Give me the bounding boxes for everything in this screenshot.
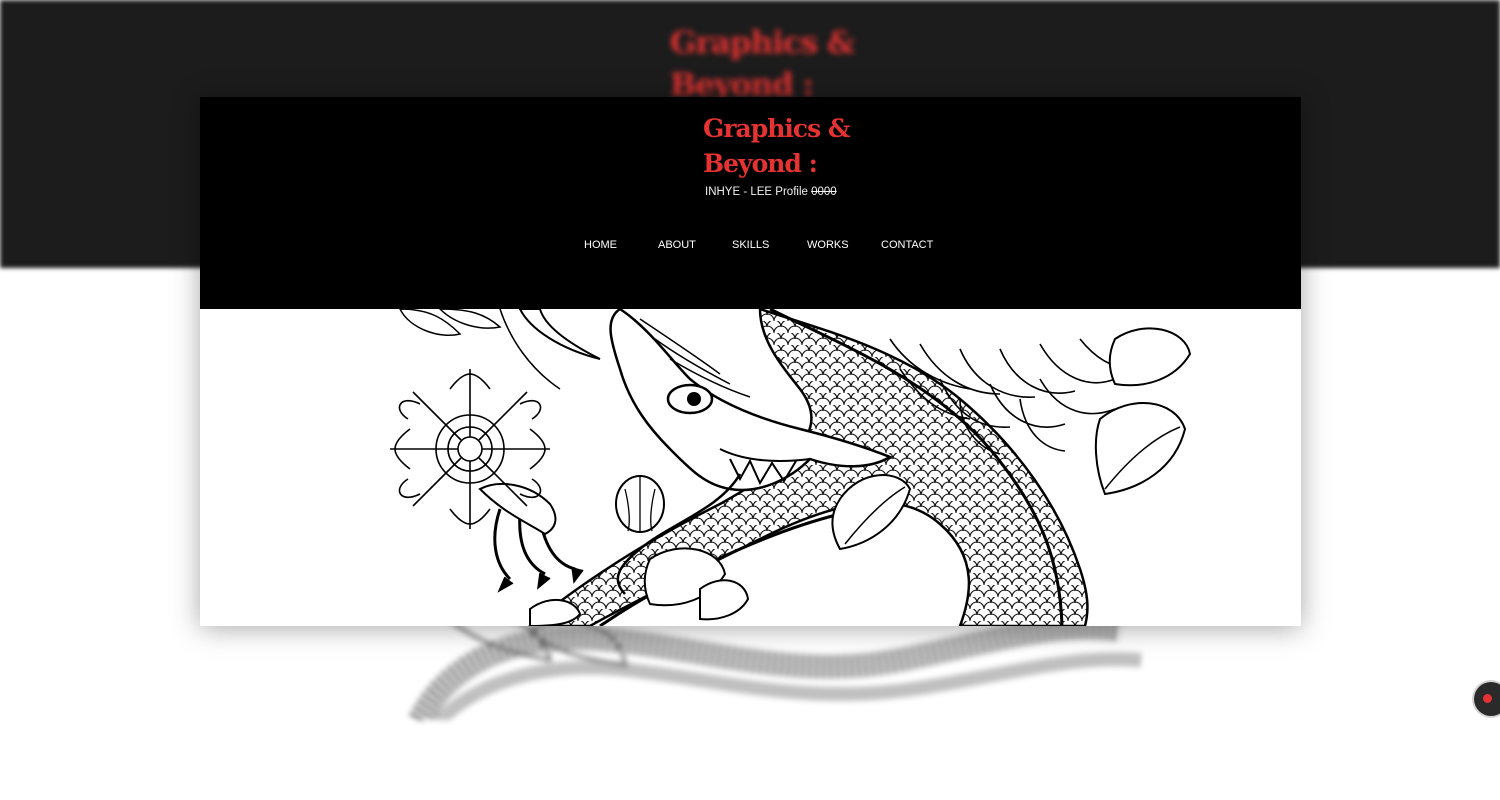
dragon-chrysanthemum-illustration-icon — [390, 307, 1192, 626]
hero-image — [200, 307, 1301, 626]
flower-left-icon — [390, 369, 550, 529]
site-header: Graphics & Beyond : INHYE - LEE Profile … — [200, 97, 1301, 309]
chat-icon — [1483, 694, 1492, 703]
preview-card: Graphics & Beyond : INHYE - LEE Profile … — [200, 97, 1301, 626]
nav-item-about[interactable]: ABOUT — [658, 239, 696, 251]
main-nav: HOME ABOUT SKILLS WORKS CONTACT — [200, 239, 1301, 259]
nav-item-contact[interactable]: CONTACT — [881, 239, 933, 251]
nav-item-home[interactable]: HOME — [584, 239, 617, 251]
nav-item-skills[interactable]: SKILLS — [732, 239, 769, 251]
site-subtitle: INHYE - LEE Profile 0000 — [705, 186, 837, 198]
chat-button[interactable] — [1474, 682, 1500, 716]
page: Graphics & Beyond : Graphics & Beyond : … — [0, 0, 1500, 800]
site-title: Graphics & Beyond : — [703, 114, 850, 178]
nav-item-works[interactable]: WORKS — [807, 239, 849, 251]
backdrop-site-title: Graphics & Beyond : — [670, 25, 855, 103]
site-subtitle-struck: 0000 — [811, 186, 837, 198]
site-subtitle-text: INHYE - LEE Profile — [705, 186, 812, 198]
